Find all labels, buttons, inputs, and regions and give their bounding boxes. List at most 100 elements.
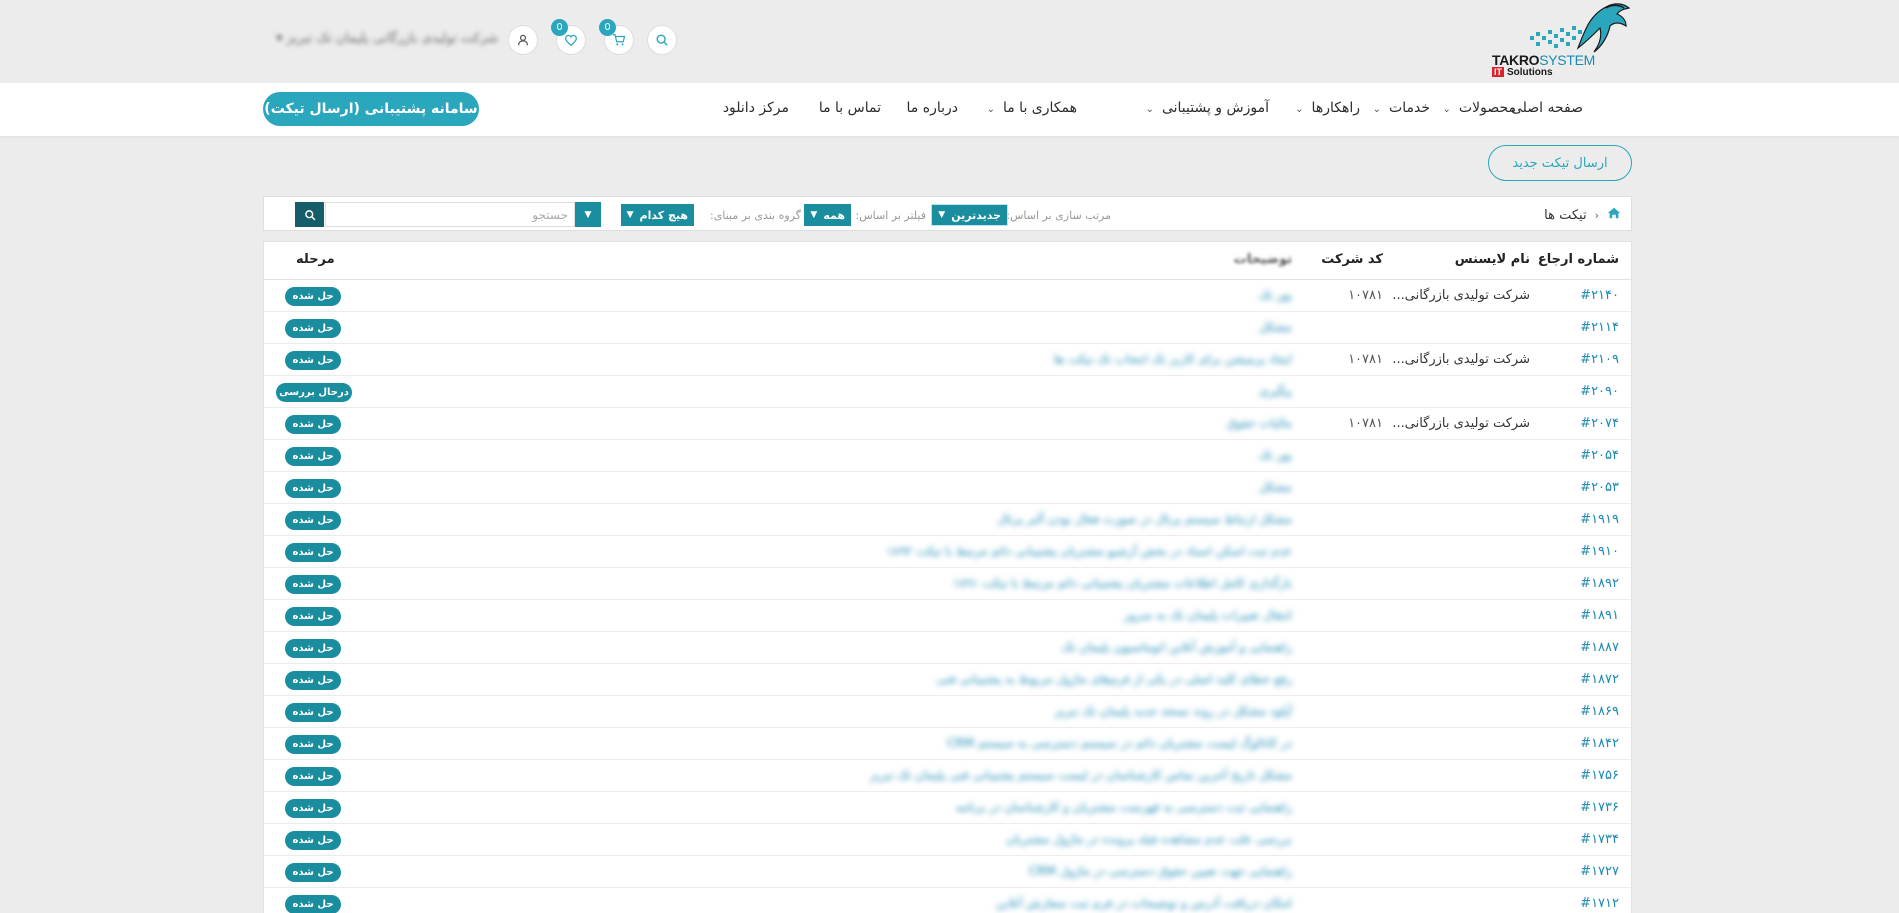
ticket-ref-link[interactable]: #۲۰۹۰ bbox=[1580, 384, 1619, 399]
ticket-ref-link[interactable]: #۲۰۷۴ bbox=[1580, 416, 1619, 431]
status-badge: حل شده bbox=[285, 767, 341, 786]
ticket-description[interactable]: پور تک bbox=[1259, 288, 1292, 302]
table-row[interactable]: #۱۹۱۰ عدم ثبت اسکن اسناد در بخش آرشیو مشت… bbox=[264, 536, 1631, 568]
main-nav: صفحه اصلی محصولات⌄ خدمات⌄ راهکارها⌄ آموز… bbox=[0, 83, 1899, 136]
ticket-ref-link[interactable]: #۱۷۳۴ bbox=[1580, 832, 1619, 847]
table-row[interactable]: #۱۸۸۷ راهنمایی و آموزش آنلاین اتوماسیون پ… bbox=[264, 632, 1631, 664]
filter-select[interactable]: همه ▼ bbox=[804, 204, 851, 226]
ticket-description[interactable]: پور تک bbox=[1259, 448, 1292, 462]
table-row[interactable]: #۱۷۳۴ بررسی علت عدم مشاهده فیلد پرونده در… bbox=[264, 824, 1631, 856]
ticket-ref-link[interactable]: #۱۸۸۷ bbox=[1580, 640, 1619, 655]
table-row[interactable]: #۱۷۱۲ امکان دریافت آدرس و توضیحات در فرم … bbox=[264, 888, 1631, 913]
column-header-description[interactable]: توضیحات bbox=[1234, 252, 1292, 267]
table-row[interactable]: #۱۷۳۶ راهنمایی ثبت دسترسی به فهرست مشتریا… bbox=[264, 792, 1631, 824]
ticket-ref-link[interactable]: #۱۷۱۲ bbox=[1580, 896, 1619, 911]
ticket-ref-link[interactable]: #۱۹۱۹ bbox=[1580, 512, 1619, 527]
search-button[interactable] bbox=[647, 25, 677, 55]
ticket-ref-link[interactable]: #۱۸۶۹ bbox=[1580, 704, 1619, 719]
ticket-description[interactable]: مشکل ارتباط سیستم پرتال در صورت فعال بود… bbox=[997, 512, 1292, 526]
column-header-license[interactable]: نام لایسنس bbox=[1455, 252, 1530, 267]
search-scope-dropdown[interactable]: ▼ bbox=[575, 202, 601, 227]
table-row[interactable]: #۲۰۷۴ شرکت تولیدی بازرگانی... ۱۰۷۸۱ مالیات … bbox=[264, 408, 1631, 440]
status-badge: حل شده bbox=[285, 863, 341, 882]
ticket-description[interactable]: انتقال تغییرات پلیمان تک به سرور bbox=[1124, 608, 1292, 622]
status-badge: حل شده bbox=[285, 799, 341, 818]
table-row[interactable]: #۱۸۹۲ بارگذاری کامل اطلاعات مشتریان پشتیب… bbox=[264, 568, 1631, 600]
ticket-description[interactable]: بارگذاری کامل اطلاعات مشتریان پشتیبانی د… bbox=[953, 576, 1292, 590]
logo[interactable]: TAKROSYSTEM IT Solutions bbox=[1490, 0, 1630, 82]
column-header-code[interactable]: کد شرکت bbox=[1321, 252, 1383, 267]
nav-item-products[interactable]: محصولات⌄ bbox=[1443, 100, 1516, 116]
ticket-description[interactable]: بررسی علت عدم مشاهده فیلد پرونده در ماژو… bbox=[1006, 832, 1292, 846]
nav-item-download-center[interactable]: مرکز دانلود bbox=[723, 100, 789, 116]
ticket-ref-link[interactable]: #۱۸۴۲ bbox=[1580, 736, 1619, 751]
table-row[interactable]: #۱۷۵۶ مشکل تاریخ آخرین تماس کارشناسان در … bbox=[264, 760, 1631, 792]
ticket-ref-link[interactable]: #۱۹۱۰ bbox=[1580, 544, 1619, 559]
table-row[interactable]: #۱۸۹۱ انتقال تغییرات پلیمان تک به سرور حل … bbox=[264, 600, 1631, 632]
account-button[interactable] bbox=[508, 25, 538, 55]
search-icon bbox=[656, 34, 668, 46]
ticket-description[interactable]: ایجاد پرمیشن برای کاربر تک انتخاب تک تیک… bbox=[1054, 352, 1292, 366]
user-name-dropdown[interactable]: شرکت تولیدی بازرگانی پلیمان تک تبریز ▾ bbox=[258, 31, 498, 46]
table-row[interactable]: #۲۱۱۴ مشکل حل شده bbox=[264, 312, 1631, 344]
ticket-description[interactable]: راهنمایی ثبت دسترسی به فهرست مشتریان و ک… bbox=[956, 800, 1292, 814]
table-row[interactable]: #۲۰۵۴ پور تک حل شده bbox=[264, 440, 1631, 472]
ticket-ref-link[interactable]: #۱۸۷۲ bbox=[1580, 672, 1619, 687]
cart-button[interactable]: 0 bbox=[599, 19, 634, 55]
ticket-description[interactable]: پیگیری bbox=[1259, 384, 1292, 398]
status-badge: حل شده bbox=[285, 735, 341, 754]
nav-item-about[interactable]: درباره ما bbox=[907, 100, 958, 116]
wishlist-button[interactable]: 0 bbox=[551, 19, 586, 55]
table-row[interactable]: #۲۰۹۰ پیگیری درحال بررسی bbox=[264, 376, 1631, 408]
ticket-ref-link[interactable]: #۱۷۵۶ bbox=[1580, 768, 1619, 783]
ticket-description[interactable]: راهنمایی جهت تعیین حقوق دسترسی در ماژول … bbox=[1029, 864, 1292, 878]
nav-item-training-support[interactable]: آموزش و پشتیبانی⌄ bbox=[1146, 100, 1269, 116]
ticket-description[interactable]: در کاتالوگ لیست مشتریان دائم در سیستم دس… bbox=[947, 736, 1292, 750]
ticket-ref-link[interactable]: #۲۱۱۴ bbox=[1580, 320, 1619, 335]
ticket-ref-link[interactable]: #۲۱۴۰ bbox=[1580, 288, 1619, 303]
search-submit-button[interactable] bbox=[295, 202, 324, 227]
ticket-ref-link[interactable]: #۲۰۵۴ bbox=[1580, 448, 1619, 463]
nav-item-solutions[interactable]: راهکارها⌄ bbox=[1295, 100, 1360, 116]
column-header-stage[interactable]: مرحله bbox=[296, 252, 335, 267]
ticket-description[interactable]: راهنمایی و آموزش آنلاین اتوماسیون پلیمان… bbox=[1062, 640, 1292, 654]
home-icon[interactable] bbox=[1607, 206, 1621, 224]
table-row[interactable]: #۱۸۴۲ در کاتالوگ لیست مشتریان دائم در سیس… bbox=[264, 728, 1631, 760]
table-row[interactable]: #۲۱۰۹ شرکت تولیدی بازرگانی... ۱۰۷۸۱ ایجاد پ… bbox=[264, 344, 1631, 376]
ticket-ref-link[interactable]: #۱۷۲۷ bbox=[1580, 864, 1619, 879]
status-badge: حل شده bbox=[285, 351, 341, 370]
support-system-button[interactable]: سامانه پشتیبانی (ارسال تیکت) bbox=[263, 92, 479, 126]
nav-item-services[interactable]: خدمات⌄ bbox=[1373, 100, 1430, 116]
ticket-description[interactable]: آپلود مشکل در روند نسخه جدید پلیمان تک ت… bbox=[1055, 704, 1292, 718]
ticket-description[interactable]: مشکل bbox=[1259, 320, 1292, 334]
table-row[interactable]: #۱۸۶۹ آپلود مشکل در روند نسخه جدید پلیمان… bbox=[264, 696, 1631, 728]
ticket-ref-link[interactable]: #۲۱۰۹ bbox=[1580, 352, 1619, 367]
ticket-description[interactable]: مشکل bbox=[1259, 480, 1292, 494]
nav-item-cooperation[interactable]: همکاری با ما⌄ bbox=[987, 100, 1077, 116]
column-header-ref[interactable]: شماره ارجاع bbox=[1538, 252, 1619, 267]
chevron-down-icon: ⌄ bbox=[1145, 104, 1154, 115]
table-row[interactable]: #۲۱۴۰ شرکت تولیدی بازرگانی... ۱۰۷۸۱ پور تک ح… bbox=[264, 280, 1631, 312]
table-row[interactable]: #۱۹۱۹ مشکل ارتباط سیستم پرتال در صورت فعا… bbox=[264, 504, 1631, 536]
status-badge: حل شده bbox=[285, 415, 341, 434]
new-ticket-button[interactable]: ارسال تیکت جدید bbox=[1488, 145, 1632, 181]
ticket-ref-link[interactable]: #۱۸۹۲ bbox=[1580, 576, 1619, 591]
nav-item-contact[interactable]: تماس با ما bbox=[819, 100, 881, 116]
table-row[interactable]: #۲۰۵۳ مشکل حل شده bbox=[264, 472, 1631, 504]
table-row[interactable]: #۱۷۲۷ راهنمایی جهت تعیین حقوق دسترسی در م… bbox=[264, 856, 1631, 888]
ticket-description[interactable]: امکان دریافت آدرس و توضیحات در فرم ثبت س… bbox=[996, 896, 1292, 910]
breadcrumb-current: تیکت ها bbox=[1544, 207, 1587, 223]
ticket-description[interactable]: عدم ثبت اسکن اسناد در بخش آرشیو مشتریان … bbox=[886, 544, 1292, 558]
nav-item-home[interactable]: صفحه اصلی bbox=[1511, 100, 1583, 116]
ticket-description[interactable]: مشکل تاریخ آخرین تماس کارشناسان در لیست … bbox=[870, 768, 1292, 782]
ticket-ref-link[interactable]: #۱۷۳۶ bbox=[1580, 800, 1619, 815]
table-row[interactable]: #۱۸۷۲ رفع خطای کلید اصلی در یکی از فرم‌ها… bbox=[264, 664, 1631, 696]
ticket-description[interactable]: مالیات حقوق bbox=[1227, 416, 1292, 430]
sort-select[interactable]: جدیدترین ▼ bbox=[931, 204, 1008, 226]
ticket-ref-link[interactable]: #۱۸۹۱ bbox=[1580, 608, 1619, 623]
search-input[interactable] bbox=[326, 203, 576, 226]
chevron-down-icon: ⌄ bbox=[1372, 104, 1382, 115]
ticket-ref-link[interactable]: #۲۰۵۳ bbox=[1580, 480, 1619, 495]
ticket-description[interactable]: رفع خطای کلید اصلی در یکی از فرم‌های ماژ… bbox=[936, 672, 1292, 686]
group-select[interactable]: هیچ کدام ▼ bbox=[620, 204, 694, 226]
